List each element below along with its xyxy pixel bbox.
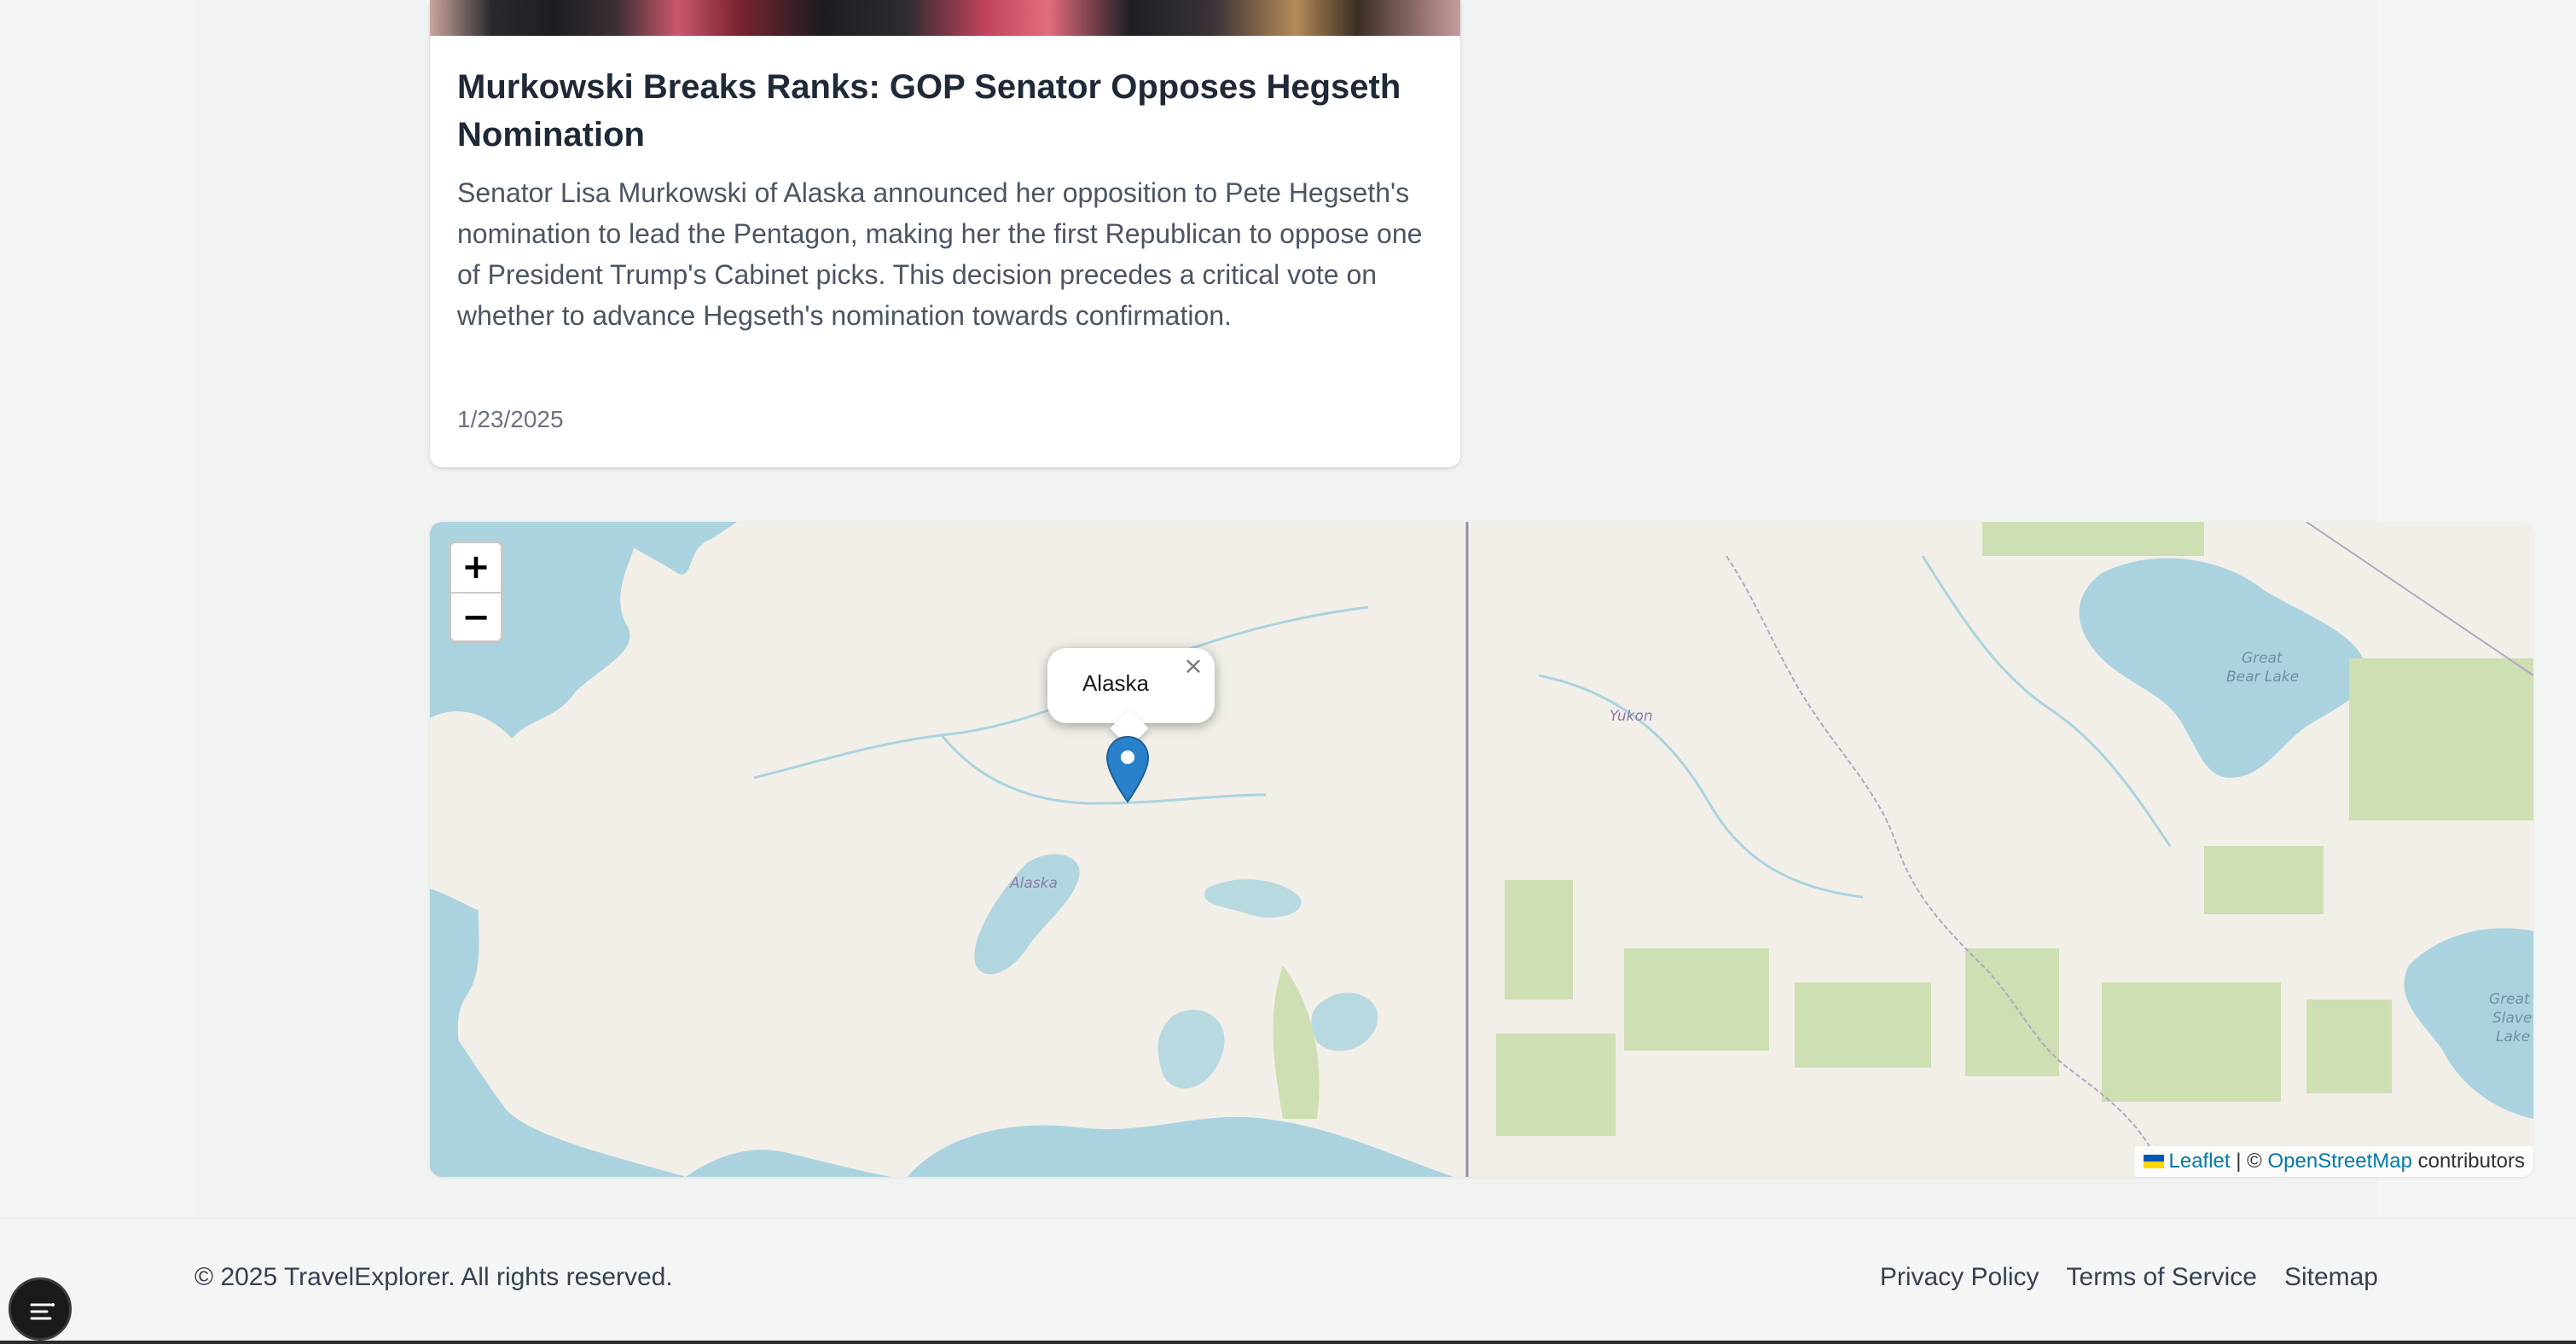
- map-label-great-slave-1: Great: [2489, 991, 2530, 1008]
- terms-of-service-link[interactable]: Terms of Service: [2067, 1263, 2257, 1292]
- openstreetmap-link[interactable]: OpenStreetMap: [2268, 1150, 2412, 1173]
- map-label-alaska: Alaska: [1010, 875, 1058, 892]
- floating-menu-button[interactable]: [9, 1277, 72, 1341]
- map-attribution: Leaflet | © OpenStreetMap contributors: [2134, 1146, 2533, 1177]
- map-zoom-control: + −: [449, 541, 503, 643]
- main-content: Murkowski Breaks Ranks: GOP Senator Oppo…: [194, 0, 2533, 1218]
- map[interactable]: Alaska Yukon Great Bear Lake Great Slave…: [430, 522, 2533, 1177]
- ukraine-flag-icon: [2143, 1155, 2164, 1168]
- map-label-great-slave-3: Lake: [2496, 1028, 2531, 1046]
- map-label-great-bear-1: Great: [2242, 650, 2283, 667]
- news-card-summary: Senator Lisa Murkowski of Alaska announc…: [457, 177, 1423, 331]
- attribution-suffix: contributors: [2411, 1150, 2525, 1173]
- footer: © 2025 TravelExplorer. All rights reserv…: [0, 1218, 2576, 1344]
- map-label-yukon: Yukon: [1610, 708, 1653, 725]
- footer-nav: Privacy Policy Terms of Service Sitemap: [1880, 1263, 2378, 1292]
- window-bottom-edge: [0, 1341, 2576, 1344]
- map-popup-text: Alaska: [1082, 670, 1150, 696]
- map-label-great-slave-2: Slave: [2492, 1010, 2532, 1027]
- leaflet-link[interactable]: Leaflet: [2169, 1150, 2231, 1173]
- map-popup: Alaska ×: [1047, 648, 1215, 748]
- map-label-great-bear-2: Bear Lake: [2226, 669, 2300, 686]
- news-card-date: 1/23/2025: [457, 406, 564, 432]
- news-card-image: [430, 0, 1460, 36]
- privacy-policy-link[interactable]: Privacy Policy: [1880, 1263, 2039, 1292]
- menu-lines-icon: [30, 1303, 55, 1320]
- zoom-out-button[interactable]: −: [451, 592, 501, 640]
- popup-close-icon[interactable]: ×: [1181, 653, 1206, 679]
- map-marker-icon[interactable]: [1105, 735, 1150, 805]
- map-tiles: [430, 522, 2533, 1177]
- footer-copyright: © 2025 TravelExplorer. All rights reserv…: [194, 1263, 673, 1291]
- news-card[interactable]: Murkowski Breaks Ranks: GOP Senator Oppo…: [430, 0, 1460, 467]
- news-card-title[interactable]: Murkowski Breaks Ranks: GOP Senator Oppo…: [457, 63, 1430, 159]
- zoom-in-button[interactable]: +: [451, 543, 501, 592]
- attribution-separator: | ©: [2230, 1150, 2268, 1173]
- sitemap-link[interactable]: Sitemap: [2284, 1263, 2378, 1292]
